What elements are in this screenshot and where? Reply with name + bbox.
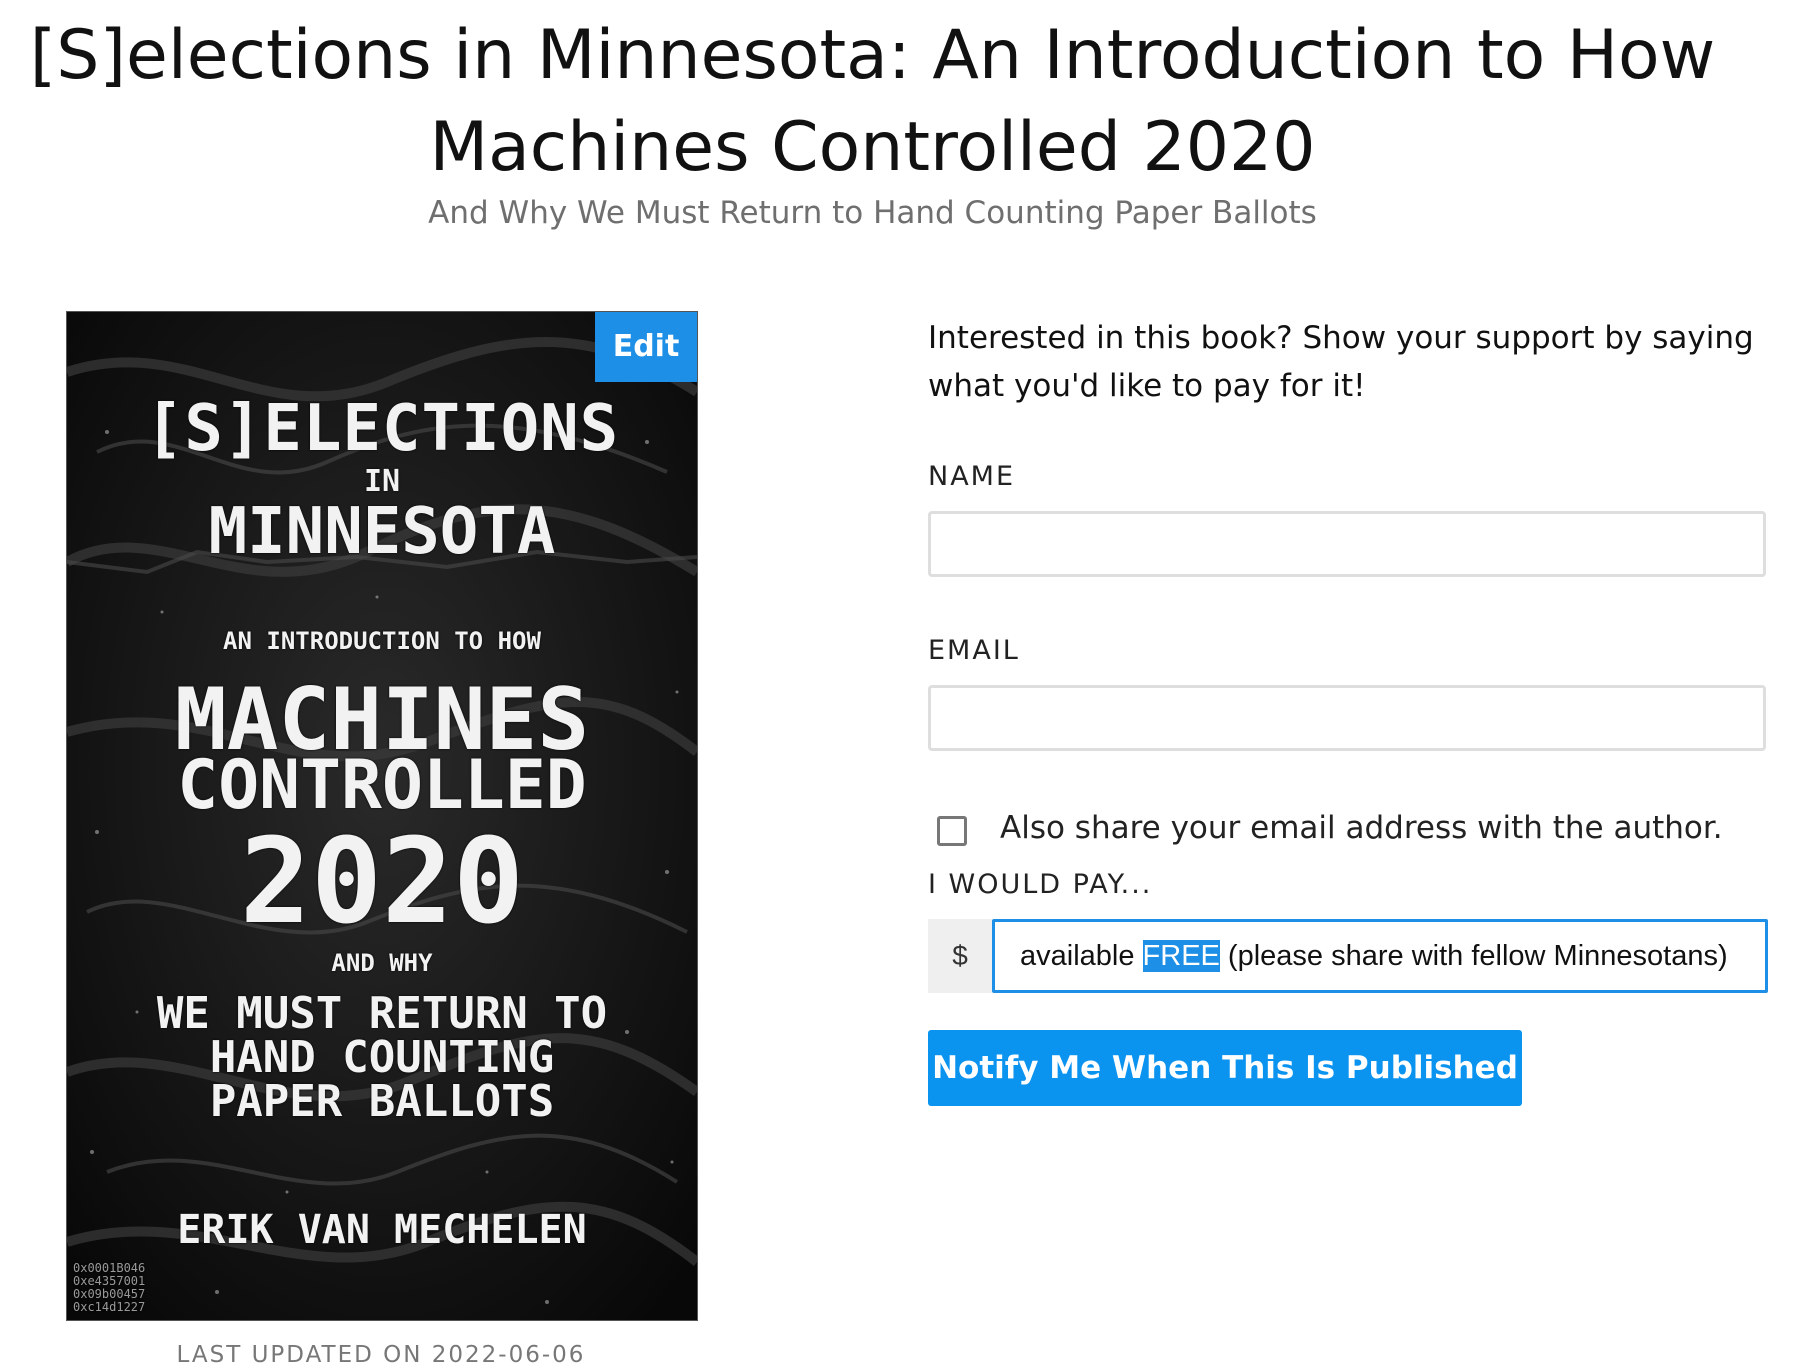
- cover-and-why: AND WHY: [331, 949, 433, 977]
- cover-subtitle: WE MUST RETURN TO HAND COUNTING PAPER BA…: [156, 988, 608, 1127]
- share-email-checkbox[interactable]: [937, 816, 967, 846]
- cover-title-minnesota: MINNESOTA: [208, 495, 556, 569]
- support-intro-text: Interested in this book? Show your suppo…: [928, 320, 1754, 404]
- currency-prefix: $: [928, 919, 992, 993]
- pay-amount-input[interactable]: available FREE (please share with fellow…: [992, 919, 1768, 993]
- pay-text-before: available: [1020, 940, 1143, 972]
- cover-title-selections: [S]ELECTIONS: [144, 392, 620, 466]
- cover-author: ERIK VAN MECHELEN: [177, 1207, 587, 1253]
- pay-text-after: (please share with fellow Minnesotans): [1219, 940, 1728, 972]
- cover-intro-line: AN INTRODUCTION TO HOW: [223, 627, 541, 655]
- page-subtitle: And Why We Must Return to Hand Counting …: [428, 195, 1317, 231]
- notify-me-button[interactable]: Notify Me When This Is Published: [928, 1030, 1522, 1106]
- cover-corner-code: 0x0001B046 0xe4357001 0x09b00457 0xc14d1…: [73, 1261, 146, 1314]
- edit-cover-button[interactable]: Edit: [595, 312, 697, 382]
- cover-title-in: IN: [363, 464, 401, 499]
- cover-title-year: 2020: [239, 812, 525, 950]
- last-updated-date: LAST UPDATED ON 2022-06-06: [176, 1342, 586, 1368]
- pay-label: I WOULD PAY...: [928, 869, 1153, 900]
- email-input[interactable]: [928, 685, 1766, 751]
- share-email-label[interactable]: Also share your email address with the a…: [1000, 807, 1723, 849]
- page-title: [S]elections in Minnesota: An Introducti…: [29, 16, 1716, 187]
- pay-text-selected: FREE: [1142, 940, 1220, 972]
- name-input[interactable]: [928, 511, 1766, 577]
- email-label: EMAIL: [928, 635, 1020, 666]
- book-cover: [S]ELECTIONS IN MINNESOTA AN INTRODUCTIO…: [66, 311, 698, 1321]
- name-label: NAME: [928, 461, 1016, 492]
